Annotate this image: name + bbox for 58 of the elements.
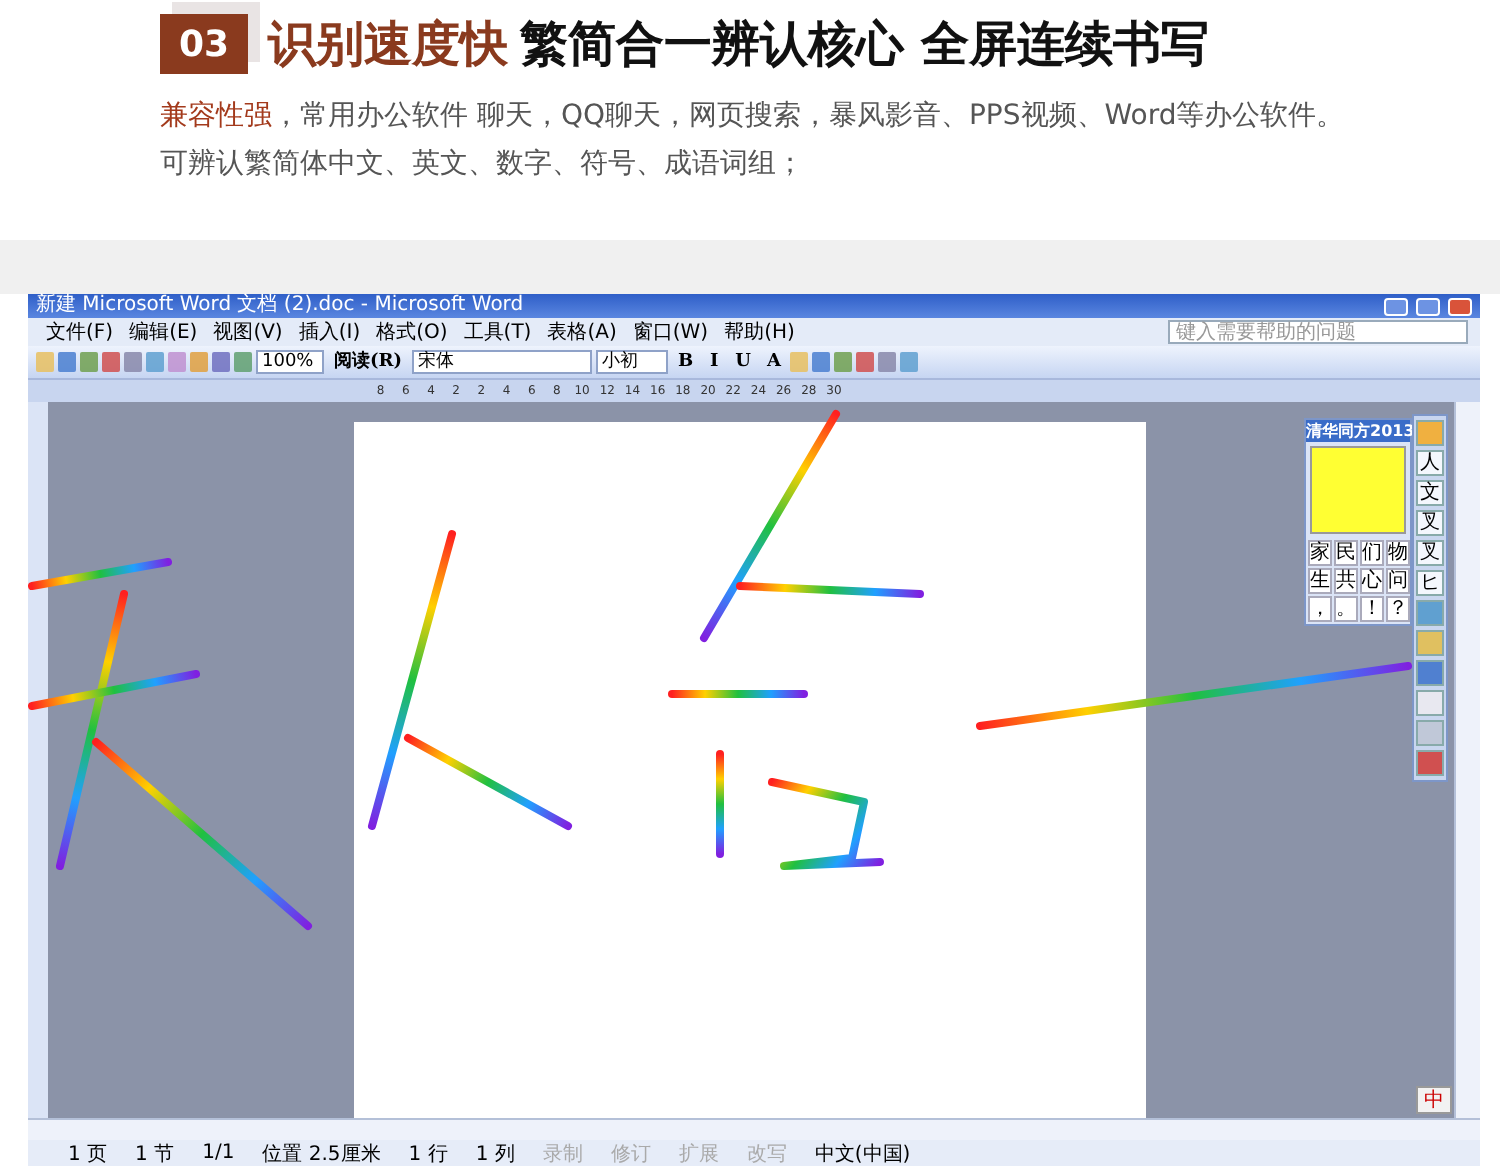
headline: 繁简合一辨认核心 全屏连续书写 xyxy=(520,14,1209,76)
format-button[interactable]: A xyxy=(760,349,787,375)
font-size-dropdown[interactable]: 小初 xyxy=(596,350,668,374)
tool-button[interactable]: 叉 xyxy=(1416,510,1444,536)
menu-item[interactable]: 编辑(E) xyxy=(123,318,204,346)
status-item: 录制 xyxy=(542,1141,583,1166)
format-button[interactable]: U xyxy=(729,349,757,375)
horizontal-scrollbar[interactable] xyxy=(28,1118,1480,1140)
status-item: 位置 2.5厘米 xyxy=(262,1141,381,1166)
tool-button[interactable]: ヒ xyxy=(1416,570,1444,596)
status-item: 中文(中国) xyxy=(814,1141,911,1166)
headline-highlight: 识别速度快 xyxy=(268,14,508,76)
format-button[interactable]: I xyxy=(703,349,726,375)
panel-title: 清华同方2013 xyxy=(1306,420,1410,442)
tool-button[interactable]: 人 xyxy=(1416,450,1444,476)
candidate-character[interactable]: ， xyxy=(1308,596,1332,622)
status-item: 1 列 xyxy=(475,1141,515,1166)
close-button[interactable] xyxy=(1448,297,1472,315)
menu-item[interactable]: 视图(V) xyxy=(207,318,289,346)
candidate-character[interactable]: ？ xyxy=(1386,596,1410,622)
window-title: 新建 Microsoft Word 文档 (2).doc - Microsoft Word xyxy=(36,294,526,318)
status-item: 扩展 xyxy=(678,1141,719,1166)
candidate-character[interactable]: 民 xyxy=(1334,540,1358,566)
status-item: 1 页 xyxy=(68,1141,108,1166)
section-number-badge: 03 xyxy=(160,14,248,74)
status-item: 1 行 xyxy=(408,1141,448,1166)
zoom-dropdown[interactable]: 100% xyxy=(256,350,324,374)
read-button[interactable]: 阅读(R) xyxy=(328,349,408,375)
menu-item[interactable]: 表格(A) xyxy=(541,318,623,346)
menu-item[interactable]: 工具(T) xyxy=(457,318,538,346)
font-dropdown[interactable]: 宋体 xyxy=(412,350,592,374)
candidate-character[interactable]: ！ xyxy=(1360,596,1384,622)
candidate-character[interactable]: 问 xyxy=(1386,568,1410,594)
minimize-button[interactable] xyxy=(1384,297,1408,315)
format-button[interactable]: B xyxy=(672,349,700,375)
status-item: 1 节 xyxy=(135,1141,175,1166)
tool-button[interactable]: 叉 xyxy=(1416,540,1444,566)
menu-item[interactable]: 插入(I) xyxy=(292,318,367,346)
vertical-scrollbar[interactable] xyxy=(1454,402,1480,1118)
menu-item[interactable]: 帮助(H) xyxy=(718,318,801,346)
maximize-button[interactable] xyxy=(1416,297,1440,315)
candidate-character[interactable]: 生 xyxy=(1308,568,1332,594)
menu-item[interactable]: 文件(F) xyxy=(40,318,120,346)
ime-mode[interactable]: 中 xyxy=(1424,1086,1444,1114)
candidate-character[interactable]: 心 xyxy=(1360,568,1384,594)
status-item: 1/1 xyxy=(202,1142,235,1164)
status-item: 修订 xyxy=(610,1141,651,1166)
candidate-character[interactable]: 们 xyxy=(1360,540,1384,566)
candidate-character[interactable]: 。 xyxy=(1334,596,1358,622)
description-paragraph: 兼容性强，常用办公软件 聊天，QQ聊天，网页搜索，暴风影音、PPS视频、Word等办公软件。可辨认繁简体中文、英文、数字、符号、成语词组； xyxy=(160,98,1347,184)
candidate-character[interactable]: 家 xyxy=(1308,540,1332,566)
menu-item[interactable]: 窗口(W) xyxy=(626,318,715,346)
tool-button[interactable]: 文 xyxy=(1416,480,1444,506)
menu-item[interactable]: 格式(O) xyxy=(370,318,454,346)
status-item: 改写 xyxy=(746,1141,787,1166)
candidate-character[interactable]: 物 xyxy=(1386,540,1410,566)
writing-area[interactable] xyxy=(1310,446,1406,534)
candidate-character[interactable]: 共 xyxy=(1334,568,1358,594)
